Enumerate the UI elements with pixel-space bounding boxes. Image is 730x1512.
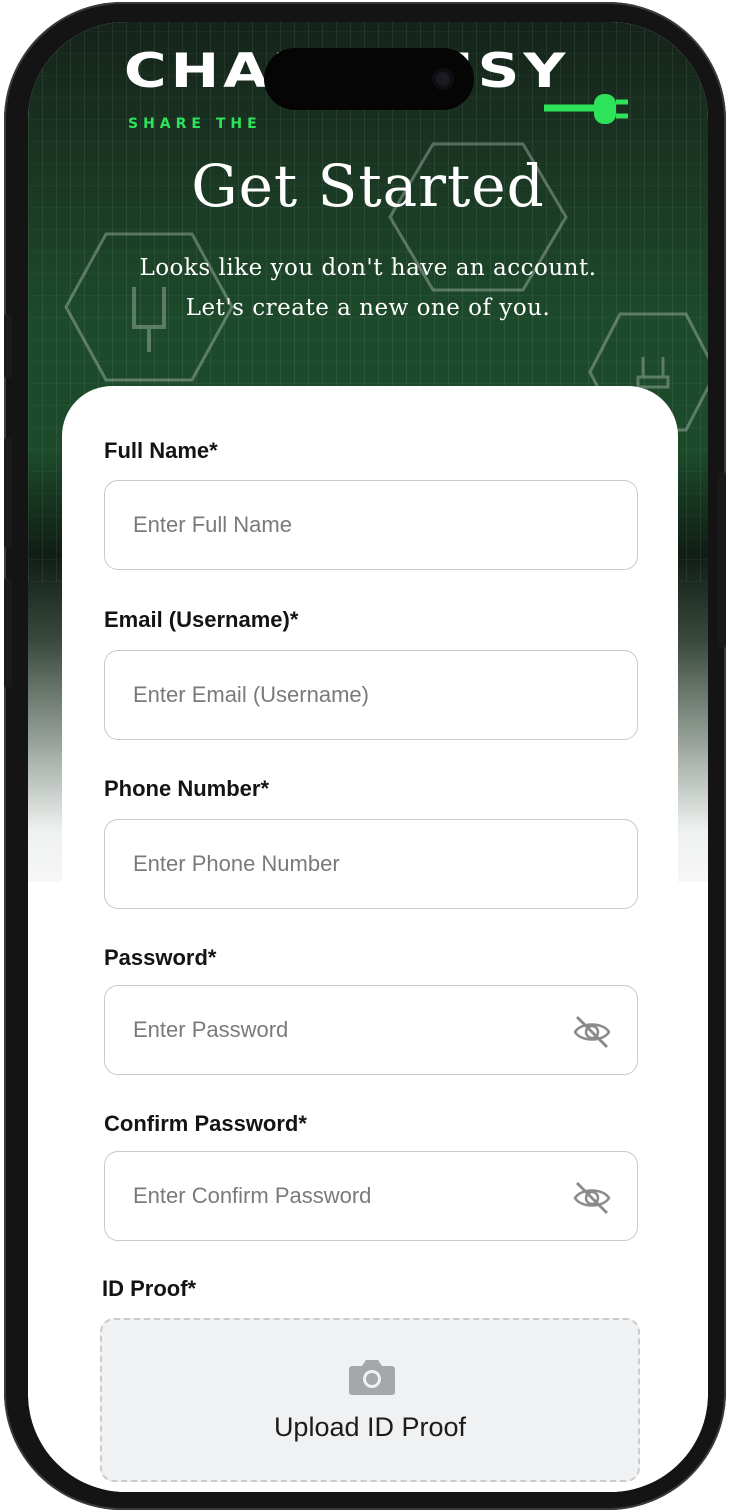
dynamic-island [264, 48, 474, 110]
confirm-password-input[interactable] [105, 1152, 637, 1240]
full-name-input[interactable] [105, 481, 637, 569]
id-proof-label: ID Proof* [102, 1276, 197, 1301]
power-button [718, 472, 726, 648]
phone-field [104, 819, 638, 909]
full-name-field [104, 480, 638, 570]
subtitle-line-2: Let's create a new one of you. [185, 295, 551, 321]
signup-form-card: Full Name* Email (Username)* Phone Numbe… [62, 386, 678, 1492]
confirm-password-field [104, 1151, 638, 1241]
email-label: Email (Username)* [104, 607, 299, 632]
phone-label: Phone Number* [104, 776, 270, 801]
email-input[interactable] [105, 651, 637, 739]
phone-input[interactable] [105, 820, 637, 908]
phone-frame: CHARGEMSY SHARE THE Get Started Looks li… [4, 2, 726, 1510]
plug-icon [544, 94, 628, 124]
screen: CHARGEMSY SHARE THE Get Started Looks li… [28, 22, 708, 1492]
subtitle-line-1: Looks like you don't have an account. [139, 255, 597, 281]
page-title: Get Started [191, 152, 545, 220]
password-input[interactable] [105, 986, 637, 1074]
eye-off-icon[interactable] [573, 1014, 611, 1050]
front-camera [432, 68, 454, 90]
upload-label: Upload ID Proof [273, 1412, 467, 1442]
eye-off-icon[interactable] [573, 1180, 611, 1216]
brand-tagline: SHARE THE [128, 116, 262, 132]
email-field [104, 650, 638, 740]
volume-down-button [4, 578, 12, 688]
silent-switch [4, 314, 12, 378]
upload-id-proof-button[interactable]: Upload ID Proof [100, 1318, 640, 1482]
password-field [104, 985, 638, 1075]
page-subtitle: Looks like you don't have an account. Le… [68, 248, 668, 328]
full-name-label: Full Name* [104, 438, 218, 463]
password-label: Password* [104, 945, 217, 970]
volume-up-button [4, 438, 12, 548]
confirm-password-label: Confirm Password* [104, 1111, 307, 1136]
camera-icon [349, 1360, 395, 1395]
